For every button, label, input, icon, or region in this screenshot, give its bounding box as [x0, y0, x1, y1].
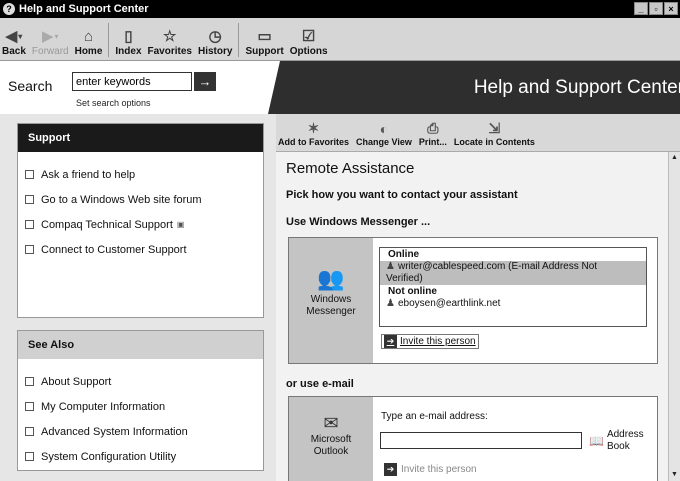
help-app-icon: ? [3, 3, 15, 15]
email-field-label: Type an e-mail address: [381, 411, 488, 422]
see-also-title: See Also [18, 331, 263, 359]
printer-icon: ⎙ [427, 120, 439, 136]
add-to-favorites-button[interactable]: ✶ Add to Favorites [278, 114, 349, 151]
back-arrow-icon: ◀ ▾ [5, 28, 23, 45]
options-button[interactable]: ☑ Options [290, 26, 328, 60]
index-button[interactable]: ▯ Index [115, 26, 141, 60]
email-invite-button[interactable]: ➔ Invite this person [384, 463, 477, 476]
support-panel: Support Ask a friend to help Go to a Win… [17, 123, 264, 318]
arrow-right-icon: ➔ [384, 463, 397, 476]
search-label: Search [8, 78, 53, 94]
email-field[interactable] [380, 432, 582, 449]
offline-group-label: Not online [388, 286, 437, 297]
contact-item-online[interactable]: ♟ writer@cablespeed.com (E-mail Address N… [380, 261, 646, 285]
address-book-button[interactable]: 📖 Address Book [589, 429, 644, 453]
bullet-box-icon [25, 170, 34, 179]
vertical-scrollbar[interactable]: ▲ ▼ [668, 152, 680, 481]
support-panel-title: Support [18, 124, 263, 152]
content-toolbar: ✶ Add to Favorites ◐ Change View ⎙ Print… [276, 114, 680, 152]
support-monitor-icon: ▭ [257, 28, 272, 45]
content-pane: Remote Assistance Pick how you want to c… [276, 152, 668, 481]
header-banner: Help and Support Center [268, 61, 680, 114]
home-icon: ⌂ [83, 27, 94, 45]
forward-arrow-icon: ▶ ▾ [41, 28, 59, 45]
person-icon: ♟ [386, 261, 395, 272]
toolbar-separator [108, 23, 110, 57]
support-button[interactable]: ▭ Support [245, 26, 283, 60]
set-search-options-link[interactable]: Set search options [76, 98, 151, 108]
outlook-caption: Microsoft Outlook [310, 434, 352, 457]
window-title: Help and Support Center [19, 3, 149, 15]
bullet-box-icon [25, 377, 34, 386]
main-area: ✶ Add to Favorites ◐ Change View ⎙ Print… [276, 114, 680, 481]
toolbar-separator [238, 23, 240, 57]
sidebar-item-my-computer-info[interactable]: My Computer Information [25, 394, 263, 419]
invite-this-person-button[interactable]: ➔ Invite this person [381, 334, 479, 349]
scroll-up-icon[interactable]: ▲ [669, 152, 680, 164]
sidebar: Support Ask a friend to help Go to a Win… [0, 114, 276, 481]
history-clock-icon: ◷ [208, 28, 222, 45]
messenger-heading: Use Windows Messenger ... [286, 216, 431, 228]
bullet-box-icon [25, 220, 34, 229]
online-group-label: Online [388, 249, 420, 260]
search-go-button[interactable]: → [194, 72, 216, 91]
favorites-star-icon: ☆ [163, 28, 177, 45]
contact-item-offline[interactable]: ♟ eboysen@earthlink.net [380, 298, 646, 310]
sidebar-item-customer-support[interactable]: Connect to Customer Support [25, 237, 263, 262]
change-view-button[interactable]: ◐ Change View [356, 114, 412, 151]
person-icon: ♟ [386, 298, 395, 309]
email-section: ✉ Microsoft Outlook Type an e-mail addre… [288, 396, 658, 481]
bullet-box-icon [25, 195, 34, 204]
bullet-box-icon [25, 402, 34, 411]
close-button[interactable]: × [664, 2, 678, 15]
banner-title: Help and Support Center [473, 77, 680, 98]
options-checklist-icon: ☑ [301, 28, 316, 45]
page-title: Remote Assistance [286, 160, 415, 177]
bullet-box-icon [25, 427, 34, 436]
contact-list[interactable]: Online ♟ writer@cablespeed.com (E-mail Ad… [379, 247, 647, 327]
sidebar-item-about-support[interactable]: About Support [25, 369, 263, 394]
forward-button[interactable]: ▶ ▾ Forward [32, 26, 69, 60]
scroll-down-icon[interactable]: ▼ [669, 469, 680, 481]
sidebar-item-web-forum[interactable]: Go to a Windows Web site forum [25, 187, 263, 212]
history-button[interactable]: ◷ History [198, 26, 232, 60]
search-input[interactable] [72, 72, 192, 91]
outlook-mail-icon: ✉ [323, 413, 339, 433]
locate-icon: ⇲ [488, 120, 501, 136]
messenger-people-icon: 👥 [317, 266, 345, 291]
favorites-button[interactable]: ☆ Favorites [148, 26, 192, 60]
messenger-section: 👥 Windows Messenger Online ♟ writer@cable… [288, 237, 658, 364]
main-toolbar: ◀ ▾ Back ▶ ▾ Forward ⌂ Home ▯ Index ☆ Favo… [0, 18, 680, 61]
maximize-button[interactable]: ▫ [649, 2, 663, 15]
index-book-icon: ▯ [124, 28, 133, 45]
bullet-box-icon [25, 452, 34, 461]
outlook-icon-column: ✉ Microsoft Outlook [289, 397, 373, 481]
window-controls: _ ▫ × [634, 2, 678, 15]
address-book-icon: 📖 [589, 434, 604, 448]
bullet-box-icon [25, 245, 34, 254]
search-band: Search → Set search options Help and Sup… [0, 61, 680, 114]
minimize-button[interactable]: _ [634, 2, 648, 15]
messenger-caption: Windows Messenger [306, 294, 356, 317]
sidebar-item-system-config[interactable]: System Configuration Utility [25, 444, 263, 469]
external-link-icon: ▣ [176, 220, 185, 229]
home-button[interactable]: ⌂ Home [75, 26, 103, 60]
see-also-panel: See Also About Support My Computer Infor… [17, 330, 264, 471]
page-subtitle: Pick how you want to contact your assist… [286, 189, 518, 201]
star-icon: ✶ [307, 120, 320, 136]
back-button[interactable]: ◀ ▾ Back [2, 26, 26, 60]
email-heading: or use e-mail [286, 378, 354, 390]
title-bar: ? Help and Support Center _ ▫ × [0, 0, 680, 18]
sidebar-item-compaq-support[interactable]: Compaq Technical Support ▣ [25, 212, 263, 237]
print-button[interactable]: ⎙ Print... [419, 114, 447, 151]
sidebar-item-ask-friend[interactable]: Ask a friend to help [25, 162, 263, 187]
sidebar-item-advanced-system-info[interactable]: Advanced System Information [25, 419, 263, 444]
messenger-icon-column: 👥 Windows Messenger [289, 238, 373, 363]
locate-in-contents-button[interactable]: ⇲ Locate in Contents [454, 114, 535, 151]
arrow-right-icon: ➔ [384, 335, 397, 348]
change-view-icon: ◐ [379, 121, 389, 137]
